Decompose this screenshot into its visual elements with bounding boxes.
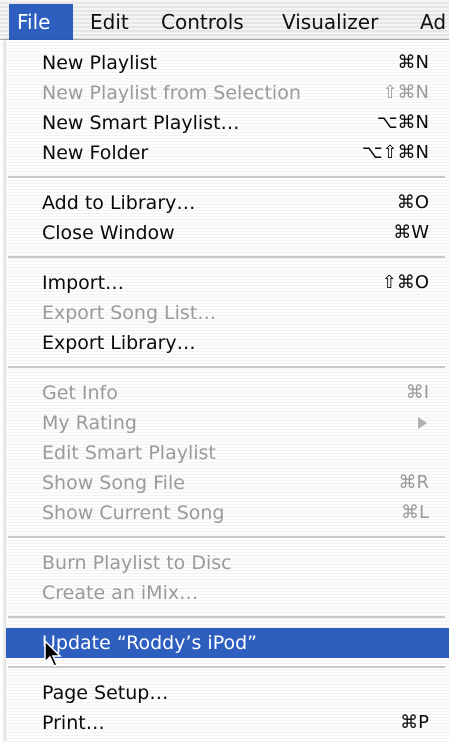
menu-item-label: Export Song List… (42, 302, 217, 324)
menu-item-label: New Folder (42, 142, 149, 164)
menu-item-new-playlist-from-selection: New Playlist from Selection ⇧⌘N (6, 78, 449, 108)
menu-separator (8, 536, 445, 538)
menubar-visualizer[interactable]: Visualizer (274, 4, 386, 40)
menu-item-label: New Playlist (42, 52, 158, 74)
menu-item-label: My Rating (42, 412, 137, 434)
menubar-controls[interactable]: Controls (153, 4, 252, 40)
menu-item-shortcut: ⌘O (396, 192, 429, 213)
menu-item-label: Edit Smart Playlist (42, 442, 216, 464)
menu-item-shortcut: ⌘R (398, 472, 429, 493)
menubar-file[interactable]: File (9, 4, 73, 40)
menu-item-show-song-file: Show Song File ⌘R (6, 468, 449, 498)
menu-item-export-library[interactable]: Export Library… (6, 328, 449, 358)
menu-item-label: Burn Playlist to Disc (42, 552, 232, 574)
menu-item-label: Show Song File (42, 472, 185, 494)
menu-item-label: Print… (42, 712, 105, 734)
menu-item-create-imix: Create an iMix… (6, 578, 449, 608)
mouse-pointer-icon (44, 640, 62, 667)
menu-item-page-setup[interactable]: Page Setup… (6, 678, 449, 708)
menu-item-shortcut: ⌥⇧⌘N (361, 142, 429, 163)
menubar-edit[interactable]: Edit (82, 4, 137, 40)
menu-item-my-rating: My Rating (6, 408, 449, 438)
menu-item-shortcut: ⌘L (400, 502, 429, 523)
menu-item-label: Export Library… (42, 332, 196, 354)
menu-item-label: Close Window (42, 222, 175, 244)
menu-item-shortcut: ⇧⌘O (381, 272, 429, 293)
menu-item-add-to-library[interactable]: Add to Library… ⌘O (6, 188, 449, 218)
menu-item-shortcut: ⌥⌘N (376, 112, 429, 133)
file-menu: New Playlist ⌘N New Playlist from Select… (6, 40, 449, 742)
menu-item-label: Update “Roddy’s iPod” (42, 632, 258, 654)
menu-item-new-smart-playlist[interactable]: New Smart Playlist… ⌥⌘N (6, 108, 449, 138)
menu-separator (8, 366, 445, 368)
submenu-arrow-icon (418, 417, 427, 429)
menu-separator (8, 176, 445, 178)
menu-item-burn-playlist: Burn Playlist to Disc (6, 548, 449, 578)
menu-separator (8, 256, 445, 258)
menu-item-shortcut: ⌘N (397, 52, 429, 73)
menu-item-new-folder[interactable]: New Folder ⌥⇧⌘N (6, 138, 449, 168)
menu-bar: File Edit Controls Visualizer Ad (0, 0, 449, 40)
menu-item-update-ipod[interactable]: Update “Roddy’s iPod” (6, 628, 449, 658)
menu-item-print[interactable]: Print… ⌘P (6, 708, 449, 738)
menu-item-label: New Playlist from Selection (42, 82, 301, 104)
menu-item-label: Show Current Song (42, 502, 225, 524)
menu-separator (8, 666, 445, 668)
menu-item-new-playlist[interactable]: New Playlist ⌘N (6, 48, 449, 78)
menu-item-show-current-song: Show Current Song ⌘L (6, 498, 449, 528)
menu-item-edit-smart-playlist: Edit Smart Playlist (6, 438, 449, 468)
menu-item-shortcut: ⌘I (405, 382, 429, 403)
menu-item-shortcut: ⌘W (393, 222, 429, 243)
menu-item-shortcut: ⇧⌘N (382, 82, 429, 103)
menu-item-shortcut: ⌘P (400, 712, 429, 733)
menu-item-get-info: Get Info ⌘I (6, 378, 449, 408)
menu-item-close-window[interactable]: Close Window ⌘W (6, 218, 449, 248)
menu-item-label: Get Info (42, 382, 118, 404)
menu-item-export-song-list: Export Song List… (6, 298, 449, 328)
menu-item-label: Create an iMix… (42, 582, 199, 604)
menu-item-label: Page Setup… (42, 682, 169, 704)
menu-item-import[interactable]: Import… ⇧⌘O (6, 268, 449, 298)
menu-separator (8, 616, 445, 618)
menu-item-label: New Smart Playlist… (42, 112, 240, 134)
menu-item-label: Add to Library… (42, 192, 196, 214)
menubar-advanced[interactable]: Ad (412, 4, 449, 40)
menu-item-label: Import… (42, 272, 125, 294)
